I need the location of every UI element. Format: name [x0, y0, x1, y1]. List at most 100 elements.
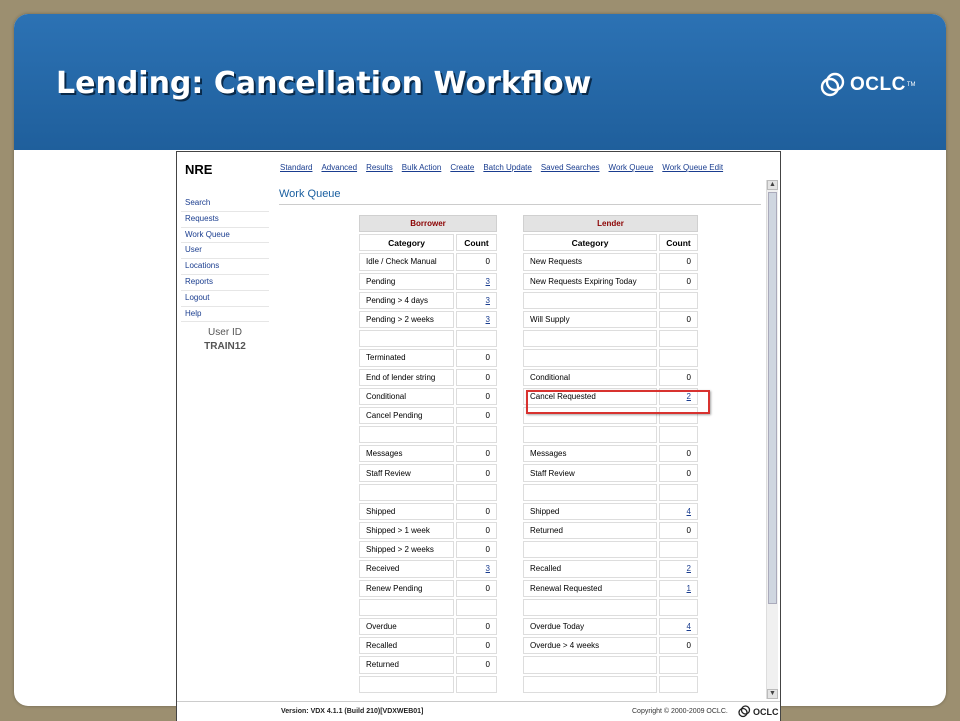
version-text: Version: VDX 4.1.1 (Build 210)[VDXWEB01]	[281, 708, 424, 715]
borrower-row: Shipped > 2 weeks 0	[359, 541, 497, 559]
sidebar-link[interactable]: Search	[181, 196, 269, 212]
lender-col-count: Count	[659, 234, 698, 252]
lender-count-cell	[659, 426, 698, 444]
topnav-link[interactable]: Batch Update	[483, 163, 531, 172]
borrower-count-link[interactable]: 3	[486, 315, 490, 324]
borrower-category-cell: Returned	[359, 656, 454, 674]
sidebar-link[interactable]: Requests	[181, 212, 269, 228]
borrower-category-cell: Terminated	[359, 349, 454, 367]
lender-category-cell: New Requests	[523, 253, 657, 271]
sidebar-link[interactable]: Logout	[181, 291, 269, 307]
borrower-row: Shipped > 1 week 0	[359, 522, 497, 540]
borrower-count-cell: 0	[456, 656, 497, 674]
borrower-category-cell: Idle / Check Manual	[359, 253, 454, 271]
lender-category-cell	[523, 483, 657, 501]
borrower-category-cell: Pending > 4 days	[359, 291, 454, 309]
lender-category-cell	[523, 675, 657, 693]
borrower-category-cell: Pending > 2 weeks	[359, 310, 454, 329]
scrollbar-thumb[interactable]	[768, 192, 777, 604]
lender-row	[523, 349, 698, 367]
borrower-category-cell: Overdue	[359, 617, 454, 636]
sidebar-link[interactable]: Locations	[181, 259, 269, 275]
scroll-up-arrow-icon[interactable]: ▲	[767, 180, 778, 190]
user-id-value: TRAIN12	[204, 341, 246, 352]
sidebar-link[interactable]: Work Queue	[181, 228, 269, 244]
page-title: Work Queue	[279, 188, 341, 200]
sidebar: NRE Search Requests Work Queue User Location…	[177, 152, 273, 721]
borrower-table: Borrower Category Count Idle / Check Man…	[357, 213, 499, 695]
borrower-row: Returned 0	[359, 656, 497, 674]
lender-category-cell	[523, 656, 657, 674]
borrower-count-cell	[456, 483, 497, 501]
borrower-row: Conditional 0	[359, 387, 497, 405]
lender-col-category: Category	[523, 234, 657, 252]
lender-row	[523, 426, 698, 444]
borrower-count-cell: 3	[456, 291, 497, 309]
borrower-row: End of lender string 0	[359, 368, 497, 386]
borrower-row: Received 3	[359, 560, 497, 578]
borrower-count-cell: 0	[456, 406, 497, 425]
lender-category-cell: New Requests Expiring Today	[523, 272, 657, 290]
vertical-scrollbar[interactable]: ▲ ▼	[766, 180, 778, 699]
borrower-category-cell: Messages	[359, 445, 454, 463]
lender-count-cell	[659, 541, 698, 559]
lender-count-link[interactable]: 4	[687, 622, 691, 631]
lender-row	[523, 541, 698, 559]
scroll-down-arrow-icon[interactable]: ▼	[767, 689, 778, 699]
topnav-link[interactable]: Results	[366, 163, 393, 172]
sidebar-link[interactable]: Reports	[181, 275, 269, 291]
lender-count-link[interactable]: 2	[687, 564, 691, 573]
lender-count-link[interactable]: 4	[687, 507, 691, 516]
borrower-count-cell: 0	[456, 617, 497, 636]
borrower-count-link[interactable]: 3	[486, 296, 490, 305]
borrower-count-link[interactable]: 3	[486, 277, 490, 286]
borrower-count-link[interactable]: 3	[486, 564, 490, 573]
borrower-row: Messages 0	[359, 445, 497, 463]
borrower-row	[359, 330, 497, 348]
topnav-link[interactable]: Bulk Action	[402, 163, 442, 172]
borrower-row: Renew Pending 0	[359, 579, 497, 597]
lender-category-cell: Overdue > 4 weeks	[523, 637, 657, 655]
footer-oclc-logo: OCLC	[738, 705, 779, 718]
lender-count-link[interactable]: 1	[687, 584, 691, 593]
oclc-logo: OCLC TM	[820, 72, 916, 98]
borrower-count-cell: 0	[456, 387, 497, 405]
topnav-link[interactable]: Work Queue Edit	[662, 163, 723, 172]
user-id-label: User ID	[208, 327, 242, 338]
lender-count-cell: 4	[659, 617, 698, 636]
lender-category-cell: Shipped	[523, 502, 657, 520]
trademark-mark: TM	[906, 82, 916, 88]
borrower-category-cell	[359, 598, 454, 616]
lender-category-cell: Staff Review	[523, 464, 657, 482]
borrower-count-cell: 0	[456, 637, 497, 655]
lender-category-cell: Conditional	[523, 368, 657, 386]
copyright-text: Copyright © 2000-2009 OCLC.	[632, 708, 728, 715]
borrower-count-cell: 3	[456, 560, 497, 578]
sidebar-link[interactable]: Help	[181, 307, 269, 323]
lender-row	[523, 291, 698, 309]
borrower-count-cell: 0	[456, 445, 497, 463]
borrower-category-cell: End of lender string	[359, 368, 454, 386]
topnav-link[interactable]: Standard	[280, 163, 312, 172]
topnav-link[interactable]: Advanced	[321, 163, 357, 172]
borrower-count-cell: 0	[456, 502, 497, 520]
borrower-count-cell: 0	[456, 349, 497, 367]
borrower-count-cell: 0	[456, 253, 497, 271]
lender-count-cell	[659, 330, 698, 348]
topnav-link[interactable]: Saved Searches	[541, 163, 600, 172]
lender-row: Messages 0	[523, 445, 698, 463]
borrower-count-cell: 0	[456, 368, 497, 386]
lender-count-cell: 0	[659, 522, 698, 540]
lender-count-cell	[659, 675, 698, 693]
lender-row: Renewal Requested 1	[523, 579, 698, 597]
topnav-link[interactable]: Work Queue	[609, 163, 654, 172]
borrower-category-cell: Shipped > 2 weeks	[359, 541, 454, 559]
sidebar-nav: Search Requests Work Queue User Locations Rep…	[181, 196, 269, 323]
borrower-category-cell: Cancel Pending	[359, 406, 454, 425]
title-divider	[279, 204, 761, 205]
borrower-row: Pending > 2 weeks 3	[359, 310, 497, 329]
topnav-link[interactable]: Create	[450, 163, 474, 172]
borrower-row: Recalled 0	[359, 637, 497, 655]
sidebar-link[interactable]: User	[181, 243, 269, 260]
borrower-count-cell: 0	[456, 522, 497, 540]
